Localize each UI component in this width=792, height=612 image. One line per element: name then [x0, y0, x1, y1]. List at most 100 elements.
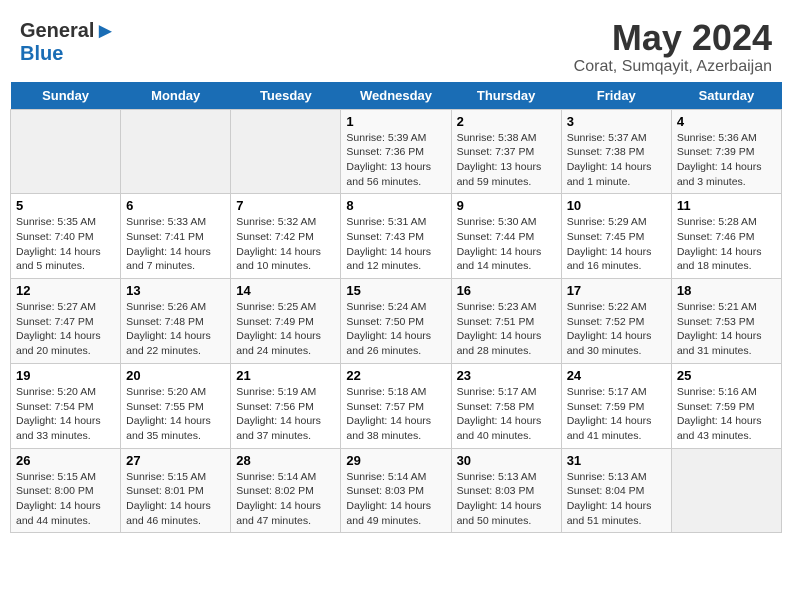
logo: General ► Blue	[20, 18, 116, 64]
day-header-thursday: Thursday	[451, 82, 561, 110]
day-info: Sunrise: 5:13 AM Sunset: 8:04 PM Dayligh…	[567, 470, 666, 529]
day-number: 10	[567, 198, 666, 213]
day-header-friday: Friday	[561, 82, 671, 110]
day-info: Sunrise: 5:21 AM Sunset: 7:53 PM Dayligh…	[677, 300, 776, 359]
day-info: Sunrise: 5:13 AM Sunset: 8:03 PM Dayligh…	[457, 470, 556, 529]
day-info: Sunrise: 5:36 AM Sunset: 7:39 PM Dayligh…	[677, 131, 776, 190]
day-info: Sunrise: 5:25 AM Sunset: 7:49 PM Dayligh…	[236, 300, 335, 359]
day-number: 24	[567, 368, 666, 383]
day-number: 3	[567, 114, 666, 129]
day-number: 22	[346, 368, 445, 383]
day-number: 11	[677, 198, 776, 213]
day-info: Sunrise: 5:32 AM Sunset: 7:42 PM Dayligh…	[236, 215, 335, 274]
calendar-cell: 8 Sunrise: 5:31 AM Sunset: 7:43 PM Daylig…	[341, 194, 451, 279]
day-number: 28	[236, 453, 335, 468]
calendar-cell: 26 Sunrise: 5:15 AM Sunset: 8:00 PM Dayli…	[11, 448, 121, 533]
day-number: 15	[346, 283, 445, 298]
day-header-wednesday: Wednesday	[341, 82, 451, 110]
calendar-cell: 3 Sunrise: 5:37 AM Sunset: 7:38 PM Daylig…	[561, 109, 671, 194]
calendar-cell: 13 Sunrise: 5:26 AM Sunset: 7:48 PM Dayli…	[121, 279, 231, 364]
day-headers-row: SundayMondayTuesdayWednesdayThursdayFrid…	[11, 82, 782, 110]
calendar-cell: 30 Sunrise: 5:13 AM Sunset: 8:03 PM Dayli…	[451, 448, 561, 533]
calendar-cell: 18Sunrise: 5:21 AM Sunset: 7:53 PM Dayli…	[671, 279, 781, 364]
day-number: 20	[126, 368, 225, 383]
day-info: Sunrise: 5:19 AM Sunset: 7:56 PM Dayligh…	[236, 385, 335, 444]
day-info: Sunrise: 5:38 AM Sunset: 7:37 PM Dayligh…	[457, 131, 556, 190]
logo-general-text: General	[20, 21, 94, 41]
day-info: Sunrise: 5:29 AM Sunset: 7:45 PM Dayligh…	[567, 215, 666, 274]
calendar-cell: 7 Sunrise: 5:32 AM Sunset: 7:42 PM Daylig…	[231, 194, 341, 279]
day-number: 4	[677, 114, 776, 129]
day-number: 26	[16, 453, 115, 468]
calendar-subtitle: Corat, Sumqayit, Azerbaijan	[574, 58, 772, 76]
day-info: Sunrise: 5:20 AM Sunset: 7:55 PM Dayligh…	[126, 385, 225, 444]
day-number: 13	[126, 283, 225, 298]
calendar-cell: 27 Sunrise: 5:15 AM Sunset: 8:01 PM Dayli…	[121, 448, 231, 533]
day-info: Sunrise: 5:37 AM Sunset: 7:38 PM Dayligh…	[567, 131, 666, 190]
day-number: 14	[236, 283, 335, 298]
calendar-cell: 19 Sunrise: 5:20 AM Sunset: 7:54 PM Dayli…	[11, 363, 121, 448]
calendar-cell: 20 Sunrise: 5:20 AM Sunset: 7:55 PM Dayli…	[121, 363, 231, 448]
logo-blue-text: Blue	[20, 44, 63, 64]
calendar-cell: 21 Sunrise: 5:19 AM Sunset: 7:56 PM Dayli…	[231, 363, 341, 448]
calendar-cell: 25Sunrise: 5:16 AM Sunset: 7:59 PM Dayli…	[671, 363, 781, 448]
day-number: 17	[567, 283, 666, 298]
calendar-week-4: 19 Sunrise: 5:20 AM Sunset: 7:54 PM Dayli…	[11, 363, 782, 448]
day-info: Sunrise: 5:18 AM Sunset: 7:57 PM Dayligh…	[346, 385, 445, 444]
calendar-title: May 2024	[574, 18, 772, 58]
day-header-sunday: Sunday	[11, 82, 121, 110]
day-number: 27	[126, 453, 225, 468]
calendar-cell: 10 Sunrise: 5:29 AM Sunset: 7:45 PM Dayli…	[561, 194, 671, 279]
day-number: 21	[236, 368, 335, 383]
calendar-week-5: 26 Sunrise: 5:15 AM Sunset: 8:00 PM Dayli…	[11, 448, 782, 533]
calendar-cell	[231, 109, 341, 194]
day-header-monday: Monday	[121, 82, 231, 110]
day-number: 6	[126, 198, 225, 213]
day-info: Sunrise: 5:39 AM Sunset: 7:36 PM Dayligh…	[346, 131, 445, 190]
day-number: 7	[236, 198, 335, 213]
day-number: 16	[457, 283, 556, 298]
day-info: Sunrise: 5:15 AM Sunset: 8:01 PM Dayligh…	[126, 470, 225, 529]
calendar-cell	[121, 109, 231, 194]
day-info: Sunrise: 5:30 AM Sunset: 7:44 PM Dayligh…	[457, 215, 556, 274]
calendar-cell: 11 Sunrise: 5:28 AM Sunset: 7:46 PM Dayli…	[671, 194, 781, 279]
calendar-cell: 1 Sunrise: 5:39 AM Sunset: 7:36 PM Daylig…	[341, 109, 451, 194]
day-number: 19	[16, 368, 115, 383]
day-info: Sunrise: 5:22 AM Sunset: 7:52 PM Dayligh…	[567, 300, 666, 359]
calendar-cell: 31Sunrise: 5:13 AM Sunset: 8:04 PM Dayli…	[561, 448, 671, 533]
calendar-cell: 24Sunrise: 5:17 AM Sunset: 7:59 PM Dayli…	[561, 363, 671, 448]
calendar-cell: 5Sunrise: 5:35 AM Sunset: 7:40 PM Daylig…	[11, 194, 121, 279]
calendar-cell: 22 Sunrise: 5:18 AM Sunset: 7:57 PM Dayli…	[341, 363, 451, 448]
day-info: Sunrise: 5:28 AM Sunset: 7:46 PM Dayligh…	[677, 215, 776, 274]
day-header-tuesday: Tuesday	[231, 82, 341, 110]
calendar-cell: 12Sunrise: 5:27 AM Sunset: 7:47 PM Dayli…	[11, 279, 121, 364]
day-info: Sunrise: 5:15 AM Sunset: 8:00 PM Dayligh…	[16, 470, 115, 529]
calendar-cell: 6Sunrise: 5:33 AM Sunset: 7:41 PM Daylig…	[121, 194, 231, 279]
day-number: 30	[457, 453, 556, 468]
calendar-cell: 4 Sunrise: 5:36 AM Sunset: 7:39 PM Daylig…	[671, 109, 781, 194]
calendar-cell: 29Sunrise: 5:14 AM Sunset: 8:03 PM Dayli…	[341, 448, 451, 533]
day-info: Sunrise: 5:14 AM Sunset: 8:02 PM Dayligh…	[236, 470, 335, 529]
calendar-cell: 17 Sunrise: 5:22 AM Sunset: 7:52 PM Dayli…	[561, 279, 671, 364]
day-number: 2	[457, 114, 556, 129]
calendar-cell: 28 Sunrise: 5:14 AM Sunset: 8:02 PM Dayli…	[231, 448, 341, 533]
day-info: Sunrise: 5:24 AM Sunset: 7:50 PM Dayligh…	[346, 300, 445, 359]
calendar-cell: 2 Sunrise: 5:38 AM Sunset: 7:37 PM Daylig…	[451, 109, 561, 194]
calendar-cell	[671, 448, 781, 533]
calendar-cell: 16 Sunrise: 5:23 AM Sunset: 7:51 PM Dayli…	[451, 279, 561, 364]
day-number: 8	[346, 198, 445, 213]
day-info: Sunrise: 5:35 AM Sunset: 7:40 PM Dayligh…	[16, 215, 115, 274]
day-info: Sunrise: 5:23 AM Sunset: 7:51 PM Dayligh…	[457, 300, 556, 359]
day-info: Sunrise: 5:31 AM Sunset: 7:43 PM Dayligh…	[346, 215, 445, 274]
title-area: May 2024 Corat, Sumqayit, Azerbaijan	[574, 18, 772, 76]
day-info: Sunrise: 5:27 AM Sunset: 7:47 PM Dayligh…	[16, 300, 115, 359]
day-header-saturday: Saturday	[671, 82, 781, 110]
day-number: 1	[346, 114, 445, 129]
day-info: Sunrise: 5:26 AM Sunset: 7:48 PM Dayligh…	[126, 300, 225, 359]
day-info: Sunrise: 5:20 AM Sunset: 7:54 PM Dayligh…	[16, 385, 115, 444]
calendar-week-2: 5Sunrise: 5:35 AM Sunset: 7:40 PM Daylig…	[11, 194, 782, 279]
calendar-cell	[11, 109, 121, 194]
calendar-cell: 15 Sunrise: 5:24 AM Sunset: 7:50 PM Dayli…	[341, 279, 451, 364]
logo-arrow-icon: ►	[94, 18, 116, 44]
calendar-week-3: 12Sunrise: 5:27 AM Sunset: 7:47 PM Dayli…	[11, 279, 782, 364]
